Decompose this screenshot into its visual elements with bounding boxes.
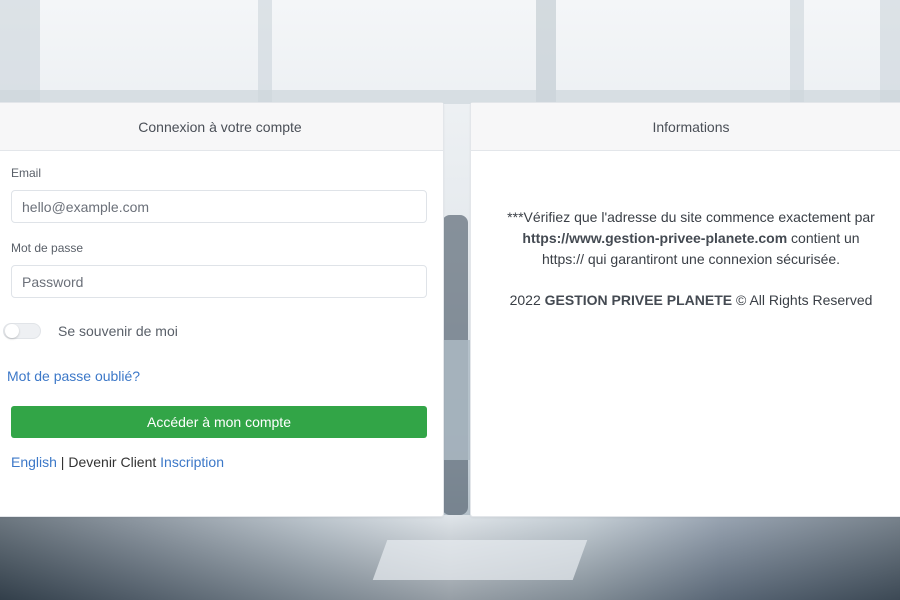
- notice-url: https://www.gestion-privee-planete.com: [522, 230, 788, 246]
- notice-prefix: ***Vérifiez que l'adresse du site commen…: [507, 209, 875, 225]
- copyright-company: GESTION PRIVEE PLANETE: [544, 292, 733, 308]
- login-form: Email Mot de passe: [11, 166, 427, 298]
- language-english-link[interactable]: English: [11, 454, 57, 470]
- become-client-text: Devenir Client: [68, 454, 161, 470]
- forgot-password-link[interactable]: Mot de passe oublié?: [7, 368, 140, 384]
- info-card: Informations ***Vérifiez que l'adresse d…: [470, 102, 900, 517]
- submit-login-button[interactable]: Accéder à mon compte: [11, 406, 427, 438]
- login-card: Connexion à votre compte Email Mot de pa…: [0, 102, 444, 517]
- email-input[interactable]: [11, 190, 427, 223]
- email-label: Email: [11, 166, 42, 180]
- copyright-suffix: © All Rights Reserved: [732, 292, 873, 308]
- copyright-year: 2022: [509, 292, 545, 308]
- security-notice: ***Vérifiez que l'adresse du site commen…: [501, 207, 881, 270]
- info-body: ***Vérifiez que l'adresse du site commen…: [501, 207, 881, 311]
- info-card-header: Informations: [471, 103, 900, 151]
- password-label: Mot de passe: [11, 241, 84, 255]
- remember-me-row: Se souvenir de moi: [3, 323, 178, 339]
- remember-me-label: Se souvenir de moi: [58, 323, 178, 339]
- login-card-header: Connexion à votre compte: [0, 103, 443, 151]
- remember-me-toggle[interactable]: [3, 323, 41, 339]
- signup-link[interactable]: Inscription: [160, 454, 224, 470]
- copyright: 2022 GESTION PRIVEE PLANETE © All Rights…: [501, 290, 881, 311]
- toggle-knob: [5, 324, 19, 338]
- login-footer-links: English | Devenir Client Inscription: [11, 454, 224, 470]
- separator-text: |: [56, 454, 69, 470]
- password-input[interactable]: [11, 265, 427, 298]
